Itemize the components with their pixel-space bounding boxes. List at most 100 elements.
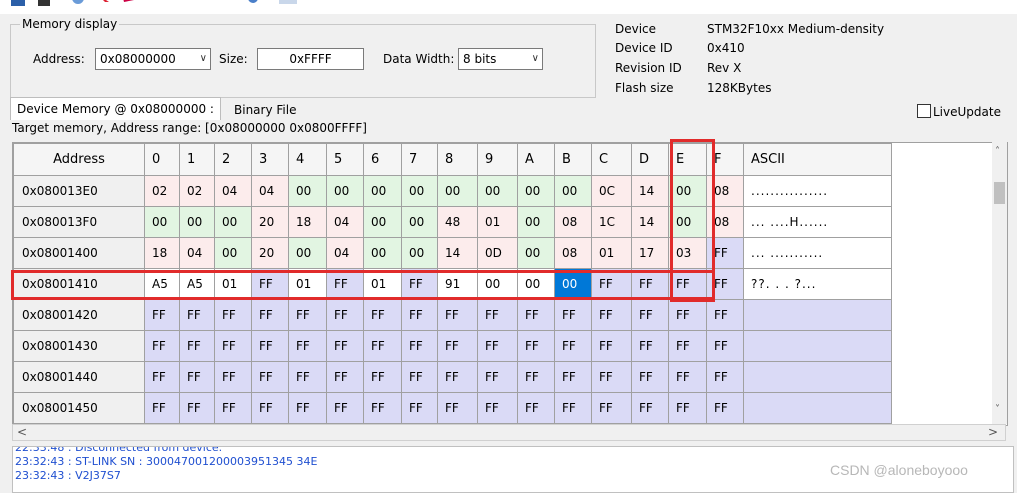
checkbox-icon[interactable] <box>917 104 931 118</box>
chevron-down-icon[interactable]: ∨ <box>532 49 539 69</box>
byte-cell[interactable]: 00 <box>401 175 438 207</box>
byte-cell[interactable]: FF <box>214 330 252 362</box>
byte-cell[interactable]: FF <box>288 392 327 424</box>
tab-device-memory[interactable]: Device Memory @ 0x08000000 : <box>10 97 221 120</box>
scroll-right-icon[interactable]: > <box>988 425 998 439</box>
byte-cell[interactable]: FF <box>477 392 518 424</box>
byte-cell[interactable]: FF <box>668 361 707 393</box>
byte-cell[interactable]: FF <box>477 361 518 393</box>
live-update-checkbox[interactable]: LiveUpdate <box>917 104 1001 119</box>
byte-cell[interactable]: 04 <box>326 237 364 269</box>
byte-cell[interactable]: FF <box>591 361 632 393</box>
byte-cell[interactable]: FF <box>437 330 478 362</box>
scroll-down-icon[interactable]: ˅ <box>995 404 1000 415</box>
settings-icon[interactable] <box>245 0 261 8</box>
byte-cell[interactable]: FF <box>477 330 518 362</box>
byte-cell[interactable]: 0C <box>591 175 632 207</box>
byte-cell[interactable]: 14 <box>631 175 669 207</box>
byte-cell[interactable]: 04 <box>214 175 252 207</box>
byte-cell[interactable]: FF <box>401 299 438 331</box>
byte-cell[interactable]: FF <box>437 392 478 424</box>
byte-cell[interactable]: FF <box>437 361 478 393</box>
byte-cell[interactable]: FF <box>554 299 592 331</box>
horizontal-scrollbar[interactable] <box>12 424 1006 441</box>
byte-cell[interactable]: FF <box>288 361 327 393</box>
byte-cell[interactable]: 18 <box>144 237 180 269</box>
byte-cell[interactable]: FF <box>631 330 669 362</box>
byte-cell[interactable]: 00 <box>363 237 402 269</box>
byte-cell[interactable]: FF <box>144 392 180 424</box>
byte-cell[interactable]: 01 <box>477 206 518 238</box>
byte-cell[interactable]: FF <box>591 299 632 331</box>
byte-cell[interactable]: FF <box>706 392 744 424</box>
address-combobox[interactable]: 0x08000000 ∨ <box>95 48 211 70</box>
table-row[interactable]: 0x08001430 FF FF FF FF FF FF FF FF FF FF FF FF FF FF FF… <box>13 330 892 362</box>
byte-cell[interactable]: FF <box>401 330 438 362</box>
byte-cell[interactable]: 1C <box>591 206 632 238</box>
byte-cell[interactable]: FF <box>363 330 402 362</box>
byte-cell[interactable]: 02 <box>144 175 180 207</box>
byte-cell[interactable]: 00 <box>214 206 252 238</box>
byte-cell[interactable]: FF <box>706 330 744 362</box>
byte-cell[interactable]: 20 <box>251 237 289 269</box>
byte-cell[interactable]: 20 <box>251 206 289 238</box>
byte-cell[interactable]: FF <box>631 361 669 393</box>
byte-cell[interactable]: FF <box>477 299 518 331</box>
byte-cell[interactable]: 02 <box>179 175 215 207</box>
byte-cell[interactable]: 00 <box>363 175 402 207</box>
byte-cell[interactable]: FF <box>214 392 252 424</box>
byte-cell[interactable]: FF <box>179 330 215 362</box>
byte-cell[interactable]: 00 <box>554 175 592 207</box>
byte-cell[interactable]: 00 <box>214 237 252 269</box>
byte-cell[interactable]: 00 <box>288 237 327 269</box>
byte-cell[interactable]: FF <box>326 361 364 393</box>
byte-cell[interactable]: 04 <box>251 175 289 207</box>
byte-cell[interactable]: FF <box>179 392 215 424</box>
save-icon[interactable] <box>10 0 26 8</box>
byte-cell[interactable]: FF <box>554 330 592 362</box>
byte-cell[interactable]: FF <box>363 392 402 424</box>
byte-cell[interactable]: FF <box>631 392 669 424</box>
byte-cell[interactable]: FF <box>288 299 327 331</box>
byte-cell[interactable]: FF <box>401 392 438 424</box>
byte-cell[interactable]: FF <box>144 361 180 393</box>
byte-cell[interactable]: FF <box>591 330 632 362</box>
byte-cell[interactable]: FF <box>144 299 180 331</box>
byte-cell[interactable]: FF <box>251 299 289 331</box>
data-width-select[interactable]: 8 bits ∨ <box>458 48 543 70</box>
erase-icon[interactable] <box>95 0 111 8</box>
table-row[interactable]: 0x08001440 FF FF FF FF FF FF FF FF FF FF FF FF FF FF FF… <box>13 361 892 393</box>
byte-cell[interactable]: 00 <box>288 175 327 207</box>
byte-cell[interactable]: FF <box>706 299 744 331</box>
byte-cell[interactable]: FF <box>668 330 707 362</box>
byte-cell[interactable]: FF <box>517 299 555 331</box>
table-row[interactable]: 0x08001400 18 04 00 20 00 04 00 00 14 0D 00 08 01 17 03… <box>13 237 892 269</box>
byte-cell[interactable]: FF <box>251 361 289 393</box>
byte-cell[interactable]: 48 <box>437 206 478 238</box>
byte-cell[interactable]: 17 <box>631 237 669 269</box>
connect-icon[interactable] <box>36 0 52 8</box>
help-icon[interactable] <box>278 0 298 8</box>
byte-cell[interactable]: 18 <box>288 206 327 238</box>
byte-cell[interactable]: 00 <box>517 206 555 238</box>
size-input[interactable]: 0xFFFF <box>257 48 364 70</box>
byte-cell[interactable]: 00 <box>517 237 555 269</box>
tab-binary-file[interactable]: Binary File <box>230 101 301 119</box>
byte-cell[interactable]: 00 <box>326 175 364 207</box>
byte-cell[interactable]: 00 <box>477 175 518 207</box>
byte-cell[interactable]: 01 <box>591 237 632 269</box>
byte-cell[interactable]: 04 <box>326 206 364 238</box>
byte-cell[interactable]: FF <box>591 392 632 424</box>
byte-cell[interactable]: FF <box>326 299 364 331</box>
scroll-up-icon[interactable]: ˄ <box>995 146 1000 157</box>
byte-cell[interactable]: FF <box>437 299 478 331</box>
byte-cell[interactable]: 00 <box>437 175 478 207</box>
byte-cell[interactable]: FF <box>668 392 707 424</box>
table-row[interactable]: 0x080013F0 00 00 00 20 18 04 00 00 48 01 00 08 1C 14 00… <box>13 206 892 238</box>
chevron-down-icon[interactable]: ∨ <box>200 49 207 69</box>
byte-cell[interactable]: FF <box>326 330 364 362</box>
byte-cell[interactable]: FF <box>288 330 327 362</box>
byte-cell[interactable]: 00 <box>144 206 180 238</box>
byte-cell[interactable]: 14 <box>437 237 478 269</box>
byte-cell[interactable]: FF <box>668 299 707 331</box>
